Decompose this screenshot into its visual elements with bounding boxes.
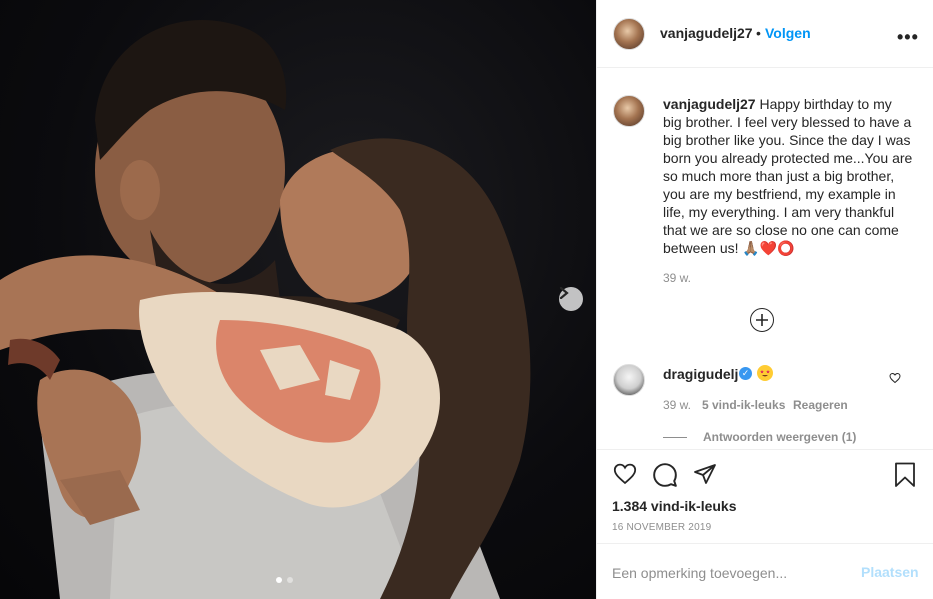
post-actions: 1.384 vind-ik-leuks 16 NOVEMBER 2019	[597, 449, 933, 543]
like-comment-heart-icon[interactable]	[889, 372, 901, 387]
chevron-right-icon	[559, 287, 569, 299]
share-icon[interactable]	[693, 462, 717, 489]
carousel-dot-active	[276, 577, 282, 583]
view-replies-button[interactable]: Antwoorden weergeven (1)	[663, 430, 856, 444]
post-comment-button[interactable]: Plaatsen	[861, 564, 919, 580]
comment-likes[interactable]: 5 vind-ik-leuks	[702, 398, 785, 412]
author-avatar[interactable]	[613, 18, 645, 50]
heart-icon[interactable]	[612, 462, 638, 489]
author-username[interactable]: vanjagudelj27	[660, 25, 753, 41]
caption-block: vanjagudelj27 Happy birthday to my big b…	[663, 95, 913, 257]
instagram-post-dialog: vanjagudelj27 • Volgen ••• vanjagudelj27…	[0, 0, 933, 599]
view-replies-label: Antwoorden weergeven (1)	[703, 430, 857, 444]
more-options-icon[interactable]: •••	[897, 27, 919, 48]
plus-icon	[756, 314, 768, 326]
caption-text: Happy birthday to my big brother. I feel…	[663, 96, 913, 256]
commenter-username[interactable]: dragigudelj	[663, 366, 738, 382]
add-comment-input[interactable]	[612, 563, 852, 583]
carousel-dot	[287, 577, 293, 583]
caption-avatar[interactable]	[613, 95, 645, 127]
load-more-comments-button[interactable]	[750, 308, 774, 332]
caption-username[interactable]: vanjagudelj27	[663, 96, 756, 112]
follow-button[interactable]: Volgen	[765, 25, 811, 41]
post-side-panel: vanjagudelj27 • Volgen ••• vanjagudelj27…	[596, 0, 933, 599]
comment-icon[interactable]	[652, 462, 678, 491]
bookmark-icon[interactable]	[893, 462, 917, 491]
next-slide-button[interactable]	[559, 287, 583, 311]
post-date[interactable]: 16 NOVEMBER 2019	[612, 522, 711, 533]
comment-timestamp[interactable]: 39 w.	[663, 398, 691, 412]
photo-illustration	[0, 20, 531, 599]
carousel-indicator	[276, 577, 293, 583]
post-photo[interactable]	[0, 0, 596, 599]
verified-badge-icon: ✓	[739, 367, 752, 380]
add-comment-bar: Plaatsen	[597, 543, 933, 599]
reply-button[interactable]: Reageren	[793, 398, 848, 412]
likes-count[interactable]: 1.384 vind-ik-leuks	[612, 498, 737, 514]
commenter-avatar[interactable]	[613, 364, 645, 396]
post-header: vanjagudelj27 • Volgen •••	[597, 0, 933, 68]
header-separator: •	[756, 25, 761, 41]
replies-divider	[663, 436, 687, 438]
star-struck-emoji-icon	[757, 365, 773, 381]
caption-timestamp[interactable]: 39 w.	[663, 271, 691, 285]
